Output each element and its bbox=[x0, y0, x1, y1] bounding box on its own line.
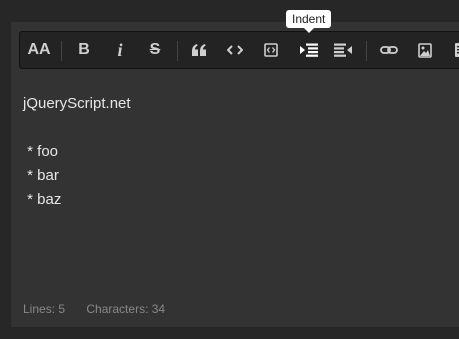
content-line: * baz bbox=[23, 191, 62, 208]
indent-tooltip: Indent bbox=[286, 10, 332, 33]
code-button[interactable] bbox=[220, 32, 250, 68]
content-line bbox=[23, 116, 131, 140]
code-block-icon bbox=[264, 43, 278, 57]
toolbar-divider bbox=[61, 41, 62, 61]
bold-button[interactable]: B bbox=[69, 32, 99, 68]
code-icon bbox=[227, 45, 243, 55]
toolbar: AA B i S bbox=[19, 31, 459, 69]
toolbar-divider bbox=[366, 41, 367, 61]
font-size-button[interactable]: AA bbox=[24, 32, 54, 68]
image-button[interactable] bbox=[410, 32, 440, 68]
list-icon bbox=[455, 43, 459, 57]
character-count: Characters: 34 bbox=[86, 302, 166, 316]
quote-icon bbox=[192, 44, 206, 56]
toolbar-divider bbox=[177, 41, 178, 61]
quote-button[interactable] bbox=[184, 32, 214, 68]
outdent-icon bbox=[334, 43, 352, 57]
list-button[interactable] bbox=[446, 32, 459, 68]
italic-icon: i bbox=[117, 39, 123, 60]
image-icon bbox=[418, 42, 432, 58]
strikethrough-icon: S bbox=[149, 41, 161, 58]
code-block-button[interactable] bbox=[256, 32, 286, 68]
content-line: jQueryScript.net bbox=[23, 95, 131, 112]
content-line: * bar bbox=[23, 167, 59, 184]
link-button[interactable] bbox=[374, 32, 404, 68]
indent-icon bbox=[300, 43, 318, 57]
font-size-icon: AA bbox=[27, 41, 51, 58]
editor-content[interactable]: jQueryScript.net * foo * bar * baz bbox=[23, 92, 131, 212]
bold-icon: B bbox=[78, 41, 90, 58]
strikethrough-button[interactable]: S bbox=[140, 32, 170, 68]
content-line: * foo bbox=[23, 143, 59, 160]
indent-button[interactable] bbox=[294, 32, 324, 68]
status-bar: Lines: 5 Characters: 34 bbox=[23, 302, 183, 316]
outdent-button[interactable] bbox=[328, 32, 358, 68]
line-count: Lines: 5 bbox=[23, 302, 66, 316]
link-icon bbox=[380, 46, 398, 54]
italic-button[interactable]: i bbox=[105, 32, 135, 68]
editor: AA B i S jQueryScript.net * foo * bar * … bbox=[11, 22, 459, 327]
